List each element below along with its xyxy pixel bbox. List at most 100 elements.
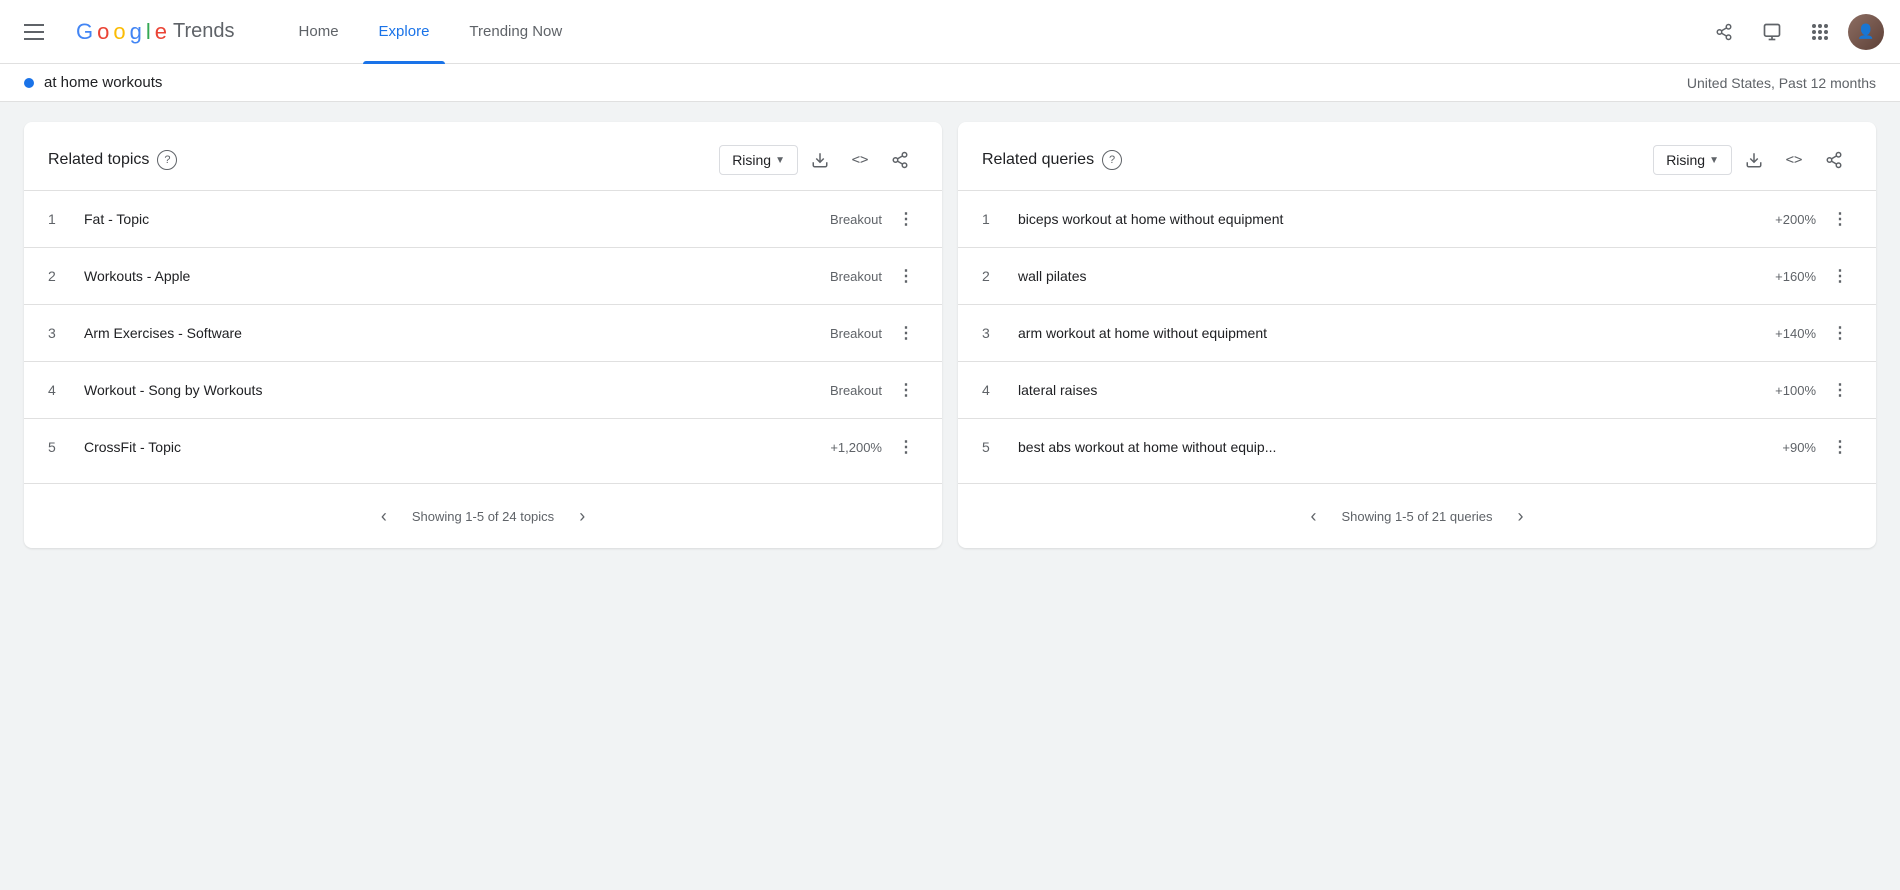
related-queries-download-icon[interactable] [1736, 142, 1772, 178]
prev-page-arrow[interactable]: ‹ [1297, 500, 1329, 532]
prev-page-arrow[interactable]: ‹ [368, 500, 400, 532]
item-rank: 2 [982, 268, 1006, 284]
more-options-icon[interactable]: ⋮ [894, 435, 918, 459]
more-options-icon[interactable]: ⋮ [1828, 378, 1852, 402]
related-topics-list: 1 Fat - Topic Breakout ⋮ 2 Workouts - Ap… [24, 190, 942, 483]
table-row[interactable]: 1 Fat - Topic Breakout ⋮ [24, 190, 942, 247]
more-options-icon[interactable]: ⋮ [1828, 207, 1852, 231]
more-options-icon[interactable]: ⋮ [1828, 264, 1852, 288]
pagination-text: Showing 1-5 of 21 queries [1341, 509, 1492, 524]
next-page-arrow[interactable]: › [566, 500, 598, 532]
dropdown-arrow-icon: ▼ [1709, 155, 1719, 166]
related-topics-filter-label: Rising [732, 152, 771, 168]
related-topics-share-icon[interactable] [882, 142, 918, 178]
logo-g: G [76, 19, 93, 45]
avatar-image: 👤 [1848, 14, 1884, 50]
dropdown-arrow-icon: ▼ [775, 155, 785, 166]
item-rank: 3 [982, 325, 1006, 341]
table-row[interactable]: 2 Workouts - Apple Breakout ⋮ [24, 247, 942, 304]
item-value: Breakout [830, 212, 882, 227]
related-topics-header: Related topics ? Rising ▼ <> [24, 122, 942, 190]
item-name: Fat - Topic [84, 211, 830, 227]
apps-icon-btn[interactable] [1800, 12, 1840, 52]
related-topics-title: Related topics [48, 151, 149, 169]
logo-g2: g [130, 19, 142, 45]
search-dot [24, 78, 34, 88]
item-name: wall pilates [1018, 268, 1775, 284]
related-topics-filter-dropdown[interactable]: Rising ▼ [719, 145, 798, 175]
table-row[interactable]: 5 best abs workout at home without equip… [958, 418, 1876, 475]
main-content: Related topics ? Rising ▼ <> [0, 102, 1900, 568]
item-value: Breakout [830, 269, 882, 284]
table-row[interactable]: 5 CrossFit - Topic +1,200% ⋮ [24, 418, 942, 475]
share-icon-btn[interactable] [1704, 12, 1744, 52]
item-name: best abs workout at home without equip..… [1018, 439, 1782, 455]
related-topics-pagination: ‹ Showing 1-5 of 24 topics › [24, 483, 942, 548]
related-topics-title-group: Related topics ? [48, 150, 177, 170]
nav-trending-now[interactable]: Trending Now [453, 0, 578, 64]
related-queries-filter-dropdown[interactable]: Rising ▼ [1653, 145, 1732, 175]
table-row[interactable]: 1 biceps workout at home without equipme… [958, 190, 1876, 247]
hamburger-menu[interactable] [16, 16, 52, 48]
more-options-icon[interactable]: ⋮ [894, 264, 918, 288]
item-rank: 4 [982, 382, 1006, 398]
item-name: Workout - Song by Workouts [84, 382, 830, 398]
header-right: 👤 [1704, 12, 1884, 52]
related-queries-filter-label: Rising [1666, 152, 1705, 168]
search-text: at home workouts [44, 74, 162, 91]
related-queries-list: 1 biceps workout at home without equipme… [958, 190, 1876, 483]
grid-icon [1812, 24, 1828, 40]
item-name: Workouts - Apple [84, 268, 830, 284]
logo-e: e [155, 19, 167, 45]
item-value: +1,200% [830, 440, 882, 455]
logo-trends-text: Trends [173, 20, 235, 43]
table-row[interactable]: 3 Arm Exercises - Software Breakout ⋮ [24, 304, 942, 361]
related-queries-help-icon[interactable]: ? [1102, 150, 1122, 170]
nav-home[interactable]: Home [283, 0, 355, 64]
table-row[interactable]: 4 Workout - Song by Workouts Breakout ⋮ [24, 361, 942, 418]
item-value: +200% [1775, 212, 1816, 227]
item-value: Breakout [830, 383, 882, 398]
more-options-icon[interactable]: ⋮ [1828, 321, 1852, 345]
related-queries-card: Related queries ? Rising ▼ <> [958, 122, 1876, 548]
related-queries-embed-icon[interactable]: <> [1776, 142, 1812, 178]
item-rank: 4 [48, 382, 72, 398]
item-name: arm workout at home without equipment [1018, 325, 1775, 341]
related-queries-header: Related queries ? Rising ▼ <> [958, 122, 1876, 190]
more-options-icon[interactable]: ⋮ [894, 207, 918, 231]
nav-links: Home Explore Trending Now [283, 0, 579, 64]
related-queries-title-group: Related queries ? [982, 150, 1122, 170]
table-row[interactable]: 4 lateral raises +100% ⋮ [958, 361, 1876, 418]
search-meta: United States, Past 12 months [1687, 75, 1876, 91]
related-queries-actions: Rising ▼ <> [1653, 142, 1852, 178]
more-options-icon[interactable]: ⋮ [894, 378, 918, 402]
item-name: Arm Exercises - Software [84, 325, 830, 341]
related-topics-download-icon[interactable] [802, 142, 838, 178]
table-row[interactable]: 2 wall pilates +160% ⋮ [958, 247, 1876, 304]
logo[interactable]: Google Trends [76, 19, 235, 45]
logo-l: l [146, 19, 151, 45]
more-options-icon[interactable]: ⋮ [894, 321, 918, 345]
nav-explore[interactable]: Explore [363, 0, 446, 64]
avatar[interactable]: 👤 [1848, 14, 1884, 50]
logo-o2: o [113, 19, 125, 45]
item-value: +140% [1775, 326, 1816, 341]
table-row[interactable]: 3 arm workout at home without equipment … [958, 304, 1876, 361]
related-topics-embed-icon[interactable]: <> [842, 142, 878, 178]
item-value: +160% [1775, 269, 1816, 284]
item-name: biceps workout at home without equipment [1018, 211, 1775, 227]
header: Google Trends Home Explore Trending Now [0, 0, 1900, 64]
next-page-arrow[interactable]: › [1505, 500, 1537, 532]
logo-o1: o [97, 19, 109, 45]
related-queries-share-icon[interactable] [1816, 142, 1852, 178]
item-rank: 5 [48, 439, 72, 455]
more-options-icon[interactable]: ⋮ [1828, 435, 1852, 459]
feedback-icon-btn[interactable] [1752, 12, 1792, 52]
pagination-text: Showing 1-5 of 24 topics [412, 509, 554, 524]
item-rank: 3 [48, 325, 72, 341]
search-bar: at home workouts United States, Past 12 … [0, 64, 1900, 102]
related-queries-title: Related queries [982, 151, 1094, 169]
related-queries-pagination: ‹ Showing 1-5 of 21 queries › [958, 483, 1876, 548]
related-topics-help-icon[interactable]: ? [157, 150, 177, 170]
item-value: Breakout [830, 326, 882, 341]
